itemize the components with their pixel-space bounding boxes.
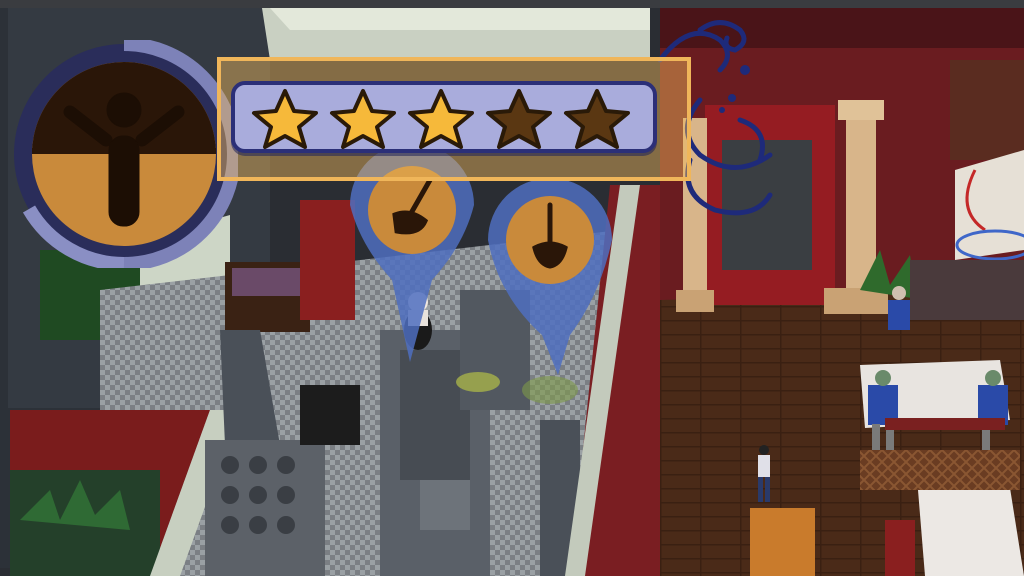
star-rating: [249, 87, 633, 151]
rating-bar: [231, 81, 657, 153]
star-filled-icon: [405, 87, 477, 151]
star-filled-icon: [327, 87, 399, 151]
star-filled-icon: [249, 87, 321, 151]
mop-marker[interactable]: [488, 178, 612, 375]
rating-panel: [217, 57, 691, 181]
star-empty-icon: [561, 87, 633, 151]
star-empty-icon: [483, 87, 555, 151]
status-dial[interactable]: [10, 40, 238, 268]
